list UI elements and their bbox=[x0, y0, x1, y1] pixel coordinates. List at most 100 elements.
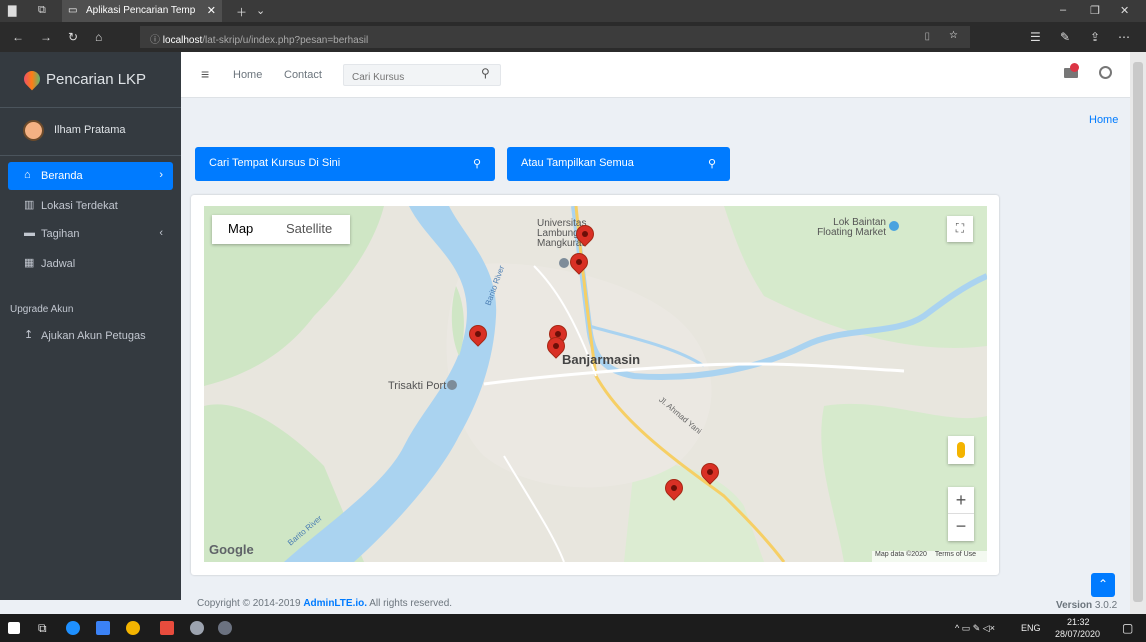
map-type-map-button[interactable]: Map bbox=[228, 221, 253, 236]
favorite-icon[interactable]: ☆ bbox=[949, 30, 958, 41]
paint-icon[interactable] bbox=[190, 621, 204, 635]
google-logo: Google bbox=[209, 542, 254, 557]
more-icon[interactable]: ⋯ bbox=[1118, 30, 1130, 44]
map-icon: ▥ bbox=[24, 199, 35, 211]
button-label: Atau Tampilkan Semua bbox=[521, 157, 634, 169]
restore-icon[interactable]: ❐ bbox=[1090, 4, 1100, 17]
sidebar: Pencarian LKP Ilham Pratama ⌂ Beranda › … bbox=[0, 52, 181, 600]
zoom-control: + − bbox=[948, 487, 974, 541]
forward-icon[interactable]: → bbox=[40, 30, 52, 44]
edge-icon[interactable] bbox=[66, 621, 80, 635]
version: Version 3.0.2 bbox=[1056, 600, 1117, 611]
system-tray-icons[interactable]: ^ ▭ ✎ ◁× bbox=[955, 623, 995, 634]
footer: Copyright © 2014-2019 AdminLTE.io. All r… bbox=[181, 598, 1130, 614]
tabs-aside-icon[interactable]: ⧉ bbox=[38, 4, 46, 17]
button-label: Cari Tempat Kursus Di Sini bbox=[209, 157, 341, 169]
map-label-city: Banjarmasin bbox=[562, 352, 641, 367]
tool-icon[interactable] bbox=[218, 621, 232, 635]
browser-tab[interactable]: ▭ Aplikasi Pencarian Temp ✕ bbox=[62, 0, 222, 22]
search-icon[interactable]: ⚲ bbox=[481, 66, 490, 80]
favorites-list-icon[interactable]: ☰ bbox=[1030, 30, 1041, 44]
sidebar-item-jadwal[interactable]: ▦ Jadwal bbox=[8, 250, 173, 278]
notification-icon[interactable]: ▢ bbox=[1122, 621, 1133, 635]
browser-addressbar: ← → ↻ ⌂ ⓘ localhost/lat-skrip/u/index.ph… bbox=[0, 22, 1146, 52]
back-icon[interactable]: ← bbox=[12, 30, 24, 44]
pen-icon[interactable]: ✎ bbox=[1060, 30, 1070, 44]
sidebar-item-lokasi-terdekat[interactable]: ▥ Lokasi Terdekat bbox=[8, 192, 173, 220]
search-course-button[interactable]: Cari Tempat Kursus Di Sini ⚲ bbox=[195, 147, 495, 181]
fullscreen-icon[interactable]: ⛶ bbox=[947, 216, 973, 242]
share-icon[interactable]: ⇪ bbox=[1090, 30, 1100, 44]
map-label-port: Trisakti Port bbox=[388, 380, 447, 392]
sidebar-item-tagihan[interactable]: ▬ Tagihan ‹ bbox=[8, 220, 173, 248]
version-label: Version bbox=[1056, 600, 1093, 611]
sidebar-section-header: Upgrade Akun bbox=[10, 304, 74, 315]
sidebar-item-label: Tagihan bbox=[41, 228, 80, 240]
market-pin-icon bbox=[889, 221, 899, 231]
port-pin-icon bbox=[447, 380, 457, 390]
url-field[interactable]: ⓘ localhost/lat-skrip/u/index.php?pesan=… bbox=[140, 26, 970, 48]
avatar bbox=[23, 120, 44, 141]
close-window-icon[interactable]: ✕ bbox=[1120, 4, 1129, 17]
tab-title: Aplikasi Pencarian Temp bbox=[86, 5, 196, 16]
pegman-icon[interactable] bbox=[948, 436, 974, 464]
chrome-icon[interactable] bbox=[126, 621, 140, 635]
show-all-button[interactable]: Atau Tampilkan Semua ⚲ bbox=[507, 147, 730, 181]
file-explorer-icon[interactable] bbox=[96, 621, 110, 635]
clock-date[interactable]: 28/07/2020 bbox=[1055, 629, 1100, 639]
notification-badge bbox=[1070, 63, 1079, 72]
chevron-left-icon: ‹ bbox=[159, 227, 163, 239]
app-icon[interactable] bbox=[160, 621, 174, 635]
sidebar-item-ajukan-akun[interactable]: ↥ Ajukan Akun Petugas bbox=[8, 322, 173, 350]
terms-link[interactable]: Terms of Use bbox=[935, 551, 976, 558]
map-data-text: Map data ©2020 bbox=[875, 551, 927, 558]
university-pin-icon bbox=[559, 258, 569, 268]
task-view-icon[interactable]: ⧉ bbox=[38, 621, 47, 636]
start-icon[interactable] bbox=[8, 622, 20, 634]
user-panel[interactable]: Ilham Pratama bbox=[0, 108, 181, 156]
map-type-control: Map Satellite bbox=[212, 215, 350, 244]
nav-contact-link[interactable]: Contact bbox=[284, 69, 322, 81]
map-attribution: Map data ©2020 Terms of Use bbox=[872, 551, 987, 562]
window-icon: ▇ bbox=[8, 5, 17, 17]
map-graphic bbox=[204, 206, 987, 562]
page-scrollbar[interactable] bbox=[1130, 52, 1146, 614]
footer-brand-link[interactable]: AdminLTE.io. bbox=[303, 598, 367, 609]
zoom-out-button[interactable]: − bbox=[948, 514, 974, 541]
taskbar: ⧉ ^ ▭ ✎ ◁× ENG 21:32 28/07/2020 ▢ bbox=[0, 614, 1146, 642]
user-menu-icon[interactable] bbox=[1099, 66, 1112, 79]
close-tab-icon[interactable]: ✕ bbox=[207, 4, 216, 17]
footer-suffix: All rights reserved. bbox=[367, 598, 453, 609]
browser-titlebar: ▇ ⧉ ▭ Aplikasi Pencarian Temp ✕ ＋ ⌄ – ❐ … bbox=[0, 0, 1146, 22]
refresh-icon[interactable]: ↻ bbox=[68, 30, 78, 44]
info-icon: ⓘ bbox=[150, 35, 163, 46]
breadcrumb[interactable]: Home bbox=[1089, 114, 1118, 126]
zoom-in-button[interactable]: + bbox=[948, 487, 974, 514]
map-canvas[interactable]: Universitas Lambung Mangkurat Lok Bainta… bbox=[204, 206, 987, 562]
sidebar-item-label: Lokasi Terdekat bbox=[41, 200, 118, 212]
minimize-icon[interactable]: – bbox=[1060, 4, 1066, 16]
tab-list-icon[interactable]: ⌄ bbox=[256, 4, 265, 17]
sidebar-item-beranda[interactable]: ⌂ Beranda › bbox=[8, 162, 173, 190]
clock-time[interactable]: 21:32 bbox=[1067, 617, 1090, 627]
brand-link[interactable]: Pencarian LKP bbox=[0, 52, 181, 108]
bill-icon: ▬ bbox=[24, 227, 35, 239]
reading-view-icon[interactable]: ▯ bbox=[924, 31, 930, 42]
back-to-top-button[interactable]: ⌃ bbox=[1091, 573, 1115, 597]
map-label-floating-market: Lok Baintan Floating Market bbox=[817, 217, 886, 238]
brand-name: Pencarian LKP bbox=[46, 71, 147, 88]
new-tab-icon[interactable]: ＋ bbox=[236, 4, 247, 20]
url-host: localhost bbox=[162, 35, 203, 46]
upload-icon: ↥ bbox=[24, 329, 34, 341]
nav-home-link[interactable]: Home bbox=[233, 69, 262, 81]
search-input[interactable] bbox=[343, 64, 501, 86]
home-browser-icon[interactable]: ⌂ bbox=[95, 30, 102, 44]
map-type-satellite-button[interactable]: Satellite bbox=[286, 221, 332, 236]
sidebar-item-label: Ajukan Akun Petugas bbox=[41, 330, 146, 342]
menu-toggle-icon[interactable]: ≡ bbox=[201, 66, 209, 82]
calendar-icon: ▦ bbox=[24, 257, 35, 269]
brand-logo-icon bbox=[20, 67, 44, 91]
map-card: Universitas Lambung Mangkurat Lok Bainta… bbox=[191, 195, 999, 575]
chevron-right-icon: › bbox=[159, 169, 163, 181]
language-indicator[interactable]: ENG bbox=[1021, 623, 1041, 633]
